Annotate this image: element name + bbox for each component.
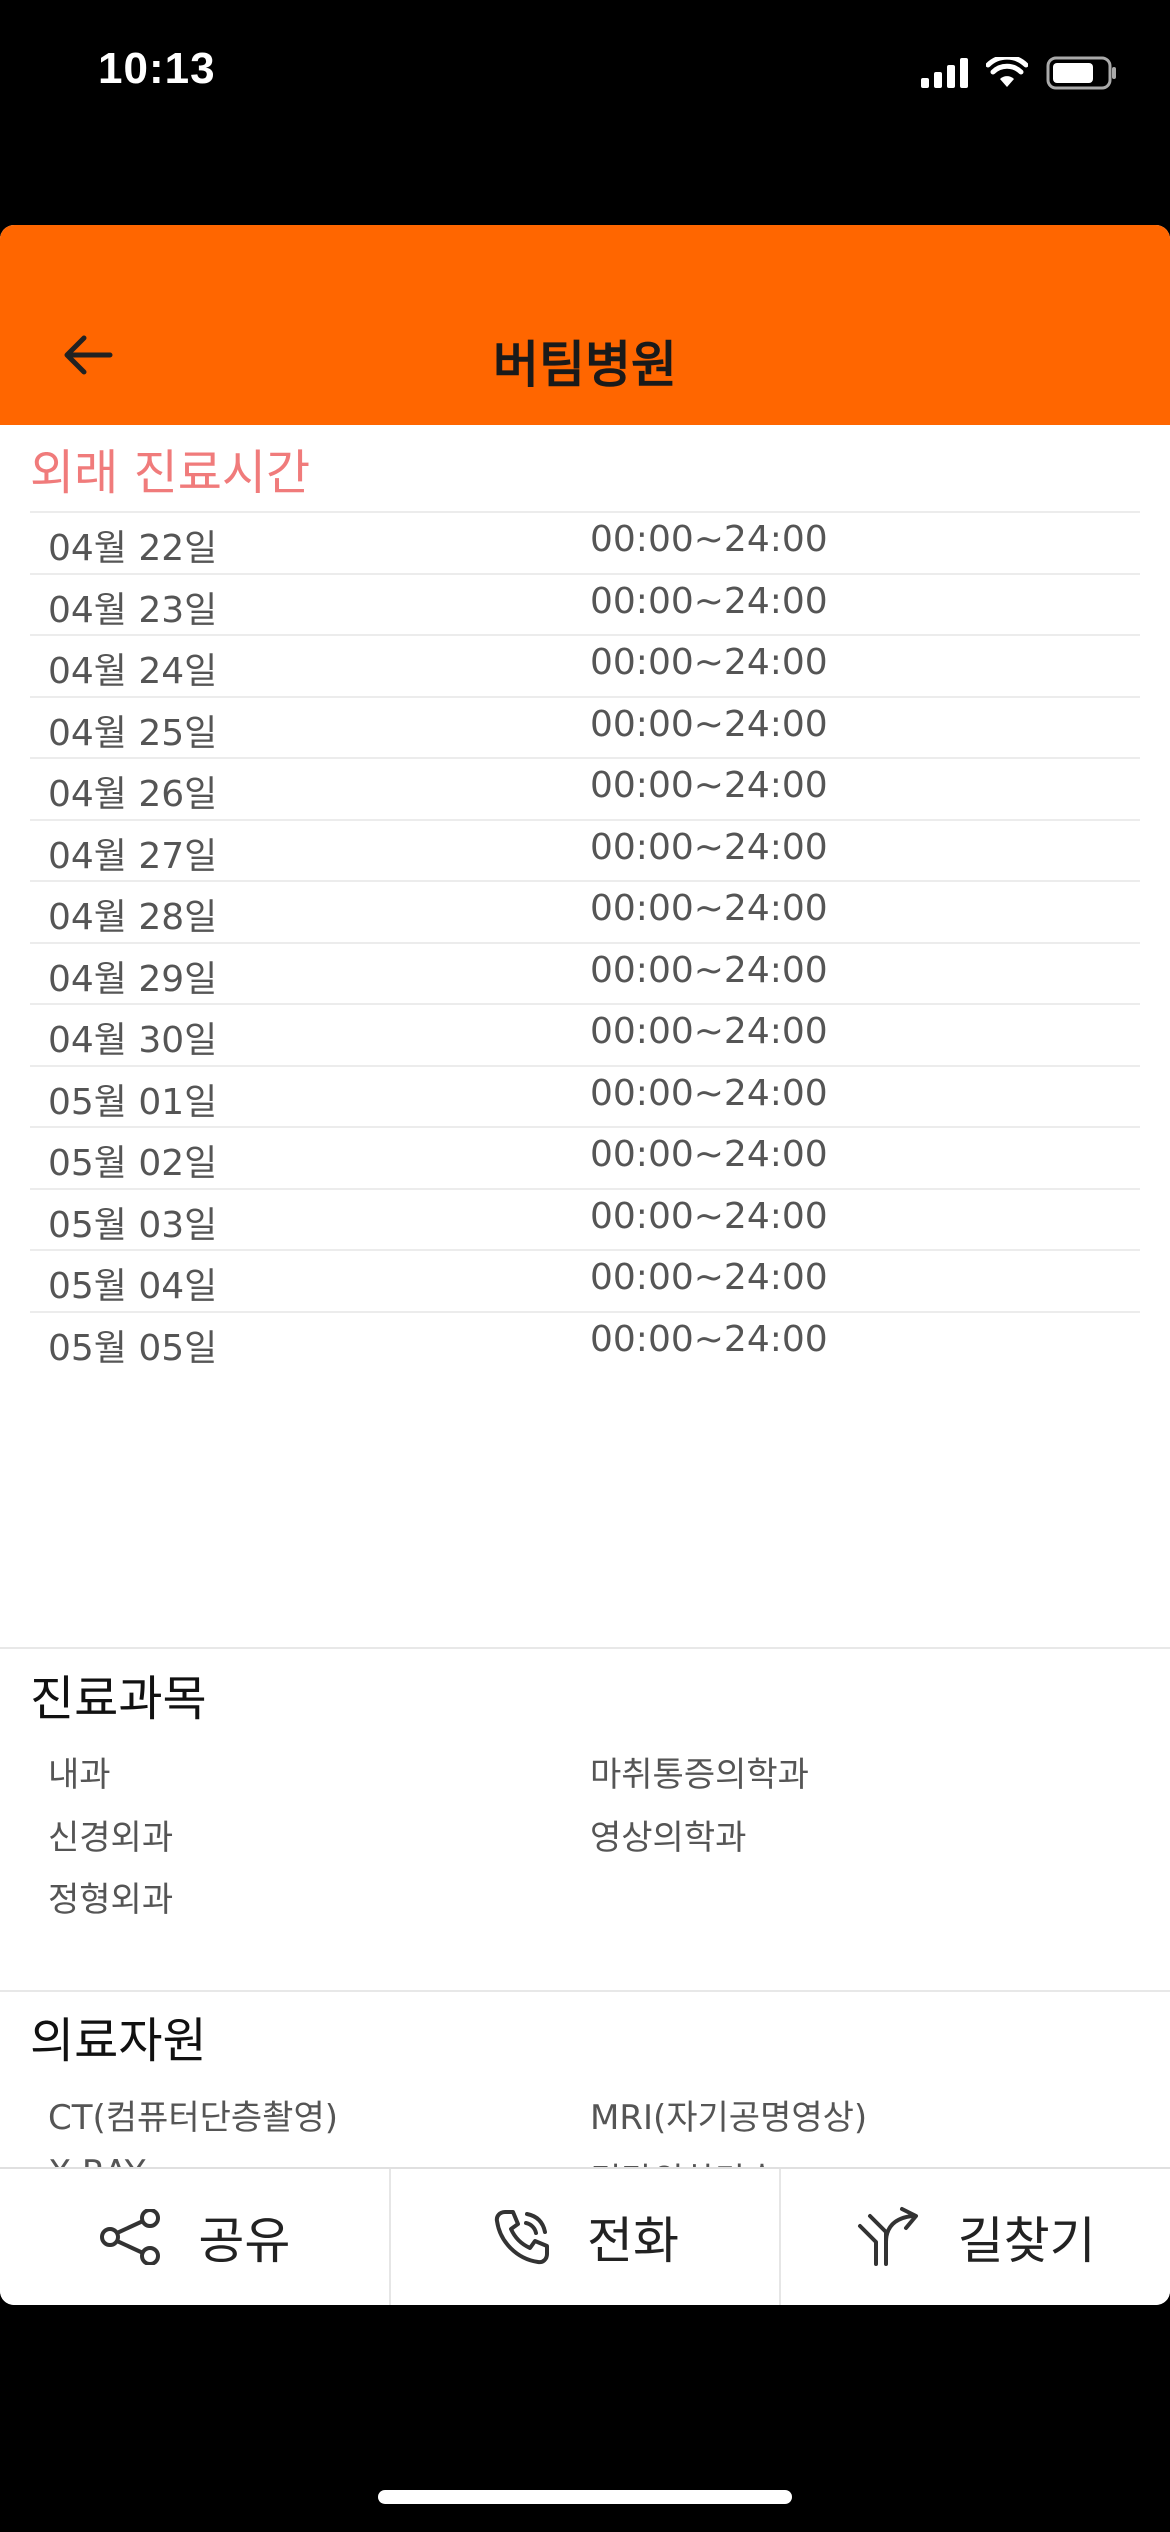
hours-time: 00:00~24:00	[590, 949, 828, 991]
hours-row: 04월 25일 00:00~24:00	[30, 695, 1140, 758]
department-item: 정형외과	[48, 1880, 174, 1920]
hours-row: 05월 05일 00:00~24:00	[30, 1310, 1140, 1373]
share-label: 공유	[198, 2212, 291, 2270]
app-card: 버팀병원 외래 진료시간 04월 22일 00:00~24:00 04월 23일 00…	[0, 225, 1170, 2305]
hours-date: 04월 22일	[48, 528, 218, 569]
hours-row: 04월 29일 00:00~24:00	[30, 941, 1140, 1004]
hours-date: 05월 03일	[48, 1204, 218, 1246]
status-icons	[921, 56, 1118, 90]
hours-row: 04월 27일 00:00~24:00	[30, 818, 1140, 881]
hours-table: 04월 22일 00:00~24:00 04월 23일 00:00~24:00 04월 …	[30, 511, 1140, 1372]
hours-time: 00:00~24:00	[590, 826, 828, 868]
call-label: 전화	[587, 2212, 679, 2270]
page-title: 버팀병원	[493, 336, 677, 394]
home-indicator[interactable]	[378, 2490, 792, 2504]
hours-time: 00:00~24:00	[590, 580, 828, 622]
hours-date: 05월 05일	[48, 1327, 218, 1369]
header: 버팀병원	[0, 225, 1170, 425]
share-button[interactable]: 공유	[0, 2169, 389, 2305]
hours-row: 04월 28일 00:00~24:00	[30, 880, 1140, 942]
share-icon	[100, 2209, 161, 2265]
hours-time: 00:00~24:00	[590, 519, 828, 560]
hours-date: 05월 01일	[48, 1081, 218, 1123]
department-item: 내과	[48, 1755, 111, 1795]
hours-section-title: 외래 진료시간	[30, 445, 311, 501]
hours-date: 04월 23일	[48, 589, 218, 631]
directions-button[interactable]: 길찾기	[779, 2169, 1170, 2305]
hours-date: 04월 29일	[48, 958, 218, 1000]
department-item: 마취통증의학과	[590, 1755, 809, 1795]
hours-row: 04월 26일 00:00~24:00	[30, 757, 1140, 819]
hours-row: 05월 02일 00:00~24:00	[30, 1126, 1140, 1188]
directions-label: 길찾기	[957, 2212, 1096, 2270]
hours-time: 00:00~24:00	[590, 642, 828, 683]
bottom-action-bar: 공유 전화 길찾기	[0, 2167, 1170, 2305]
department-item: 영상의학과	[590, 1817, 747, 1858]
hours-date: 04월 28일	[48, 897, 218, 938]
content-scroll[interactable]: 외래 진료시간 04월 22일 00:00~24:00 04월 23일 00:00~2…	[0, 425, 1170, 2169]
wifi-icon	[986, 57, 1028, 89]
hours-date: 04월 26일	[48, 774, 218, 815]
hours-row: 04월 30일 00:00~24:00	[30, 1003, 1140, 1065]
hours-time: 00:00~24:00	[590, 1011, 828, 1052]
divider	[0, 1990, 1170, 1992]
hours-row: 04월 22일 00:00~24:00	[30, 511, 1140, 573]
status-bar: 10:13	[0, 0, 1170, 150]
signal-icon	[921, 58, 968, 88]
divider	[0, 1647, 1170, 1649]
hours-date: 04월 27일	[48, 835, 218, 877]
hours-date: 04월 24일	[48, 651, 218, 692]
hours-time: 00:00~24:00	[590, 1318, 828, 1360]
hours-time: 00:00~24:00	[590, 1195, 828, 1237]
call-button[interactable]: 전화	[388, 2169, 780, 2305]
hours-date: 05월 04일	[48, 1266, 218, 1307]
hours-row: 05월 04일 00:00~24:00	[30, 1249, 1140, 1311]
hours-row: 04월 23일 00:00~24:00	[30, 572, 1140, 635]
hours-time: 00:00~24:00	[590, 1257, 828, 1298]
department-item: 신경외과	[48, 1817, 174, 1858]
hours-time: 00:00~24:00	[590, 888, 828, 929]
hours-date: 04월 30일	[48, 1020, 218, 1061]
equipment-section-title: 의료자원	[30, 2013, 207, 2069]
equipment-item: CT(컴퓨터단층촬영)	[48, 2098, 338, 2138]
hours-date: 04월 25일	[48, 712, 218, 754]
equipment-item: MRI(자기공명영상)	[590, 2098, 868, 2138]
hours-row: 05월 03일 00:00~24:00	[30, 1187, 1140, 1250]
hours-time: 00:00~24:00	[590, 765, 828, 806]
hours-time: 00:00~24:00	[590, 1134, 828, 1175]
directions-icon	[857, 2207, 918, 2266]
hours-time: 00:00~24:00	[590, 703, 828, 745]
hours-row: 05월 01일 00:00~24:00	[30, 1064, 1140, 1127]
hours-date: 05월 02일	[48, 1143, 218, 1184]
departments-section-title: 진료과목	[30, 1671, 207, 1727]
hours-time: 00:00~24:00	[590, 1072, 828, 1114]
hours-row: 04월 24일 00:00~24:00	[30, 634, 1140, 696]
phone-icon	[494, 2210, 549, 2265]
battery-icon	[1046, 56, 1118, 90]
status-time: 10:13	[98, 44, 216, 93]
